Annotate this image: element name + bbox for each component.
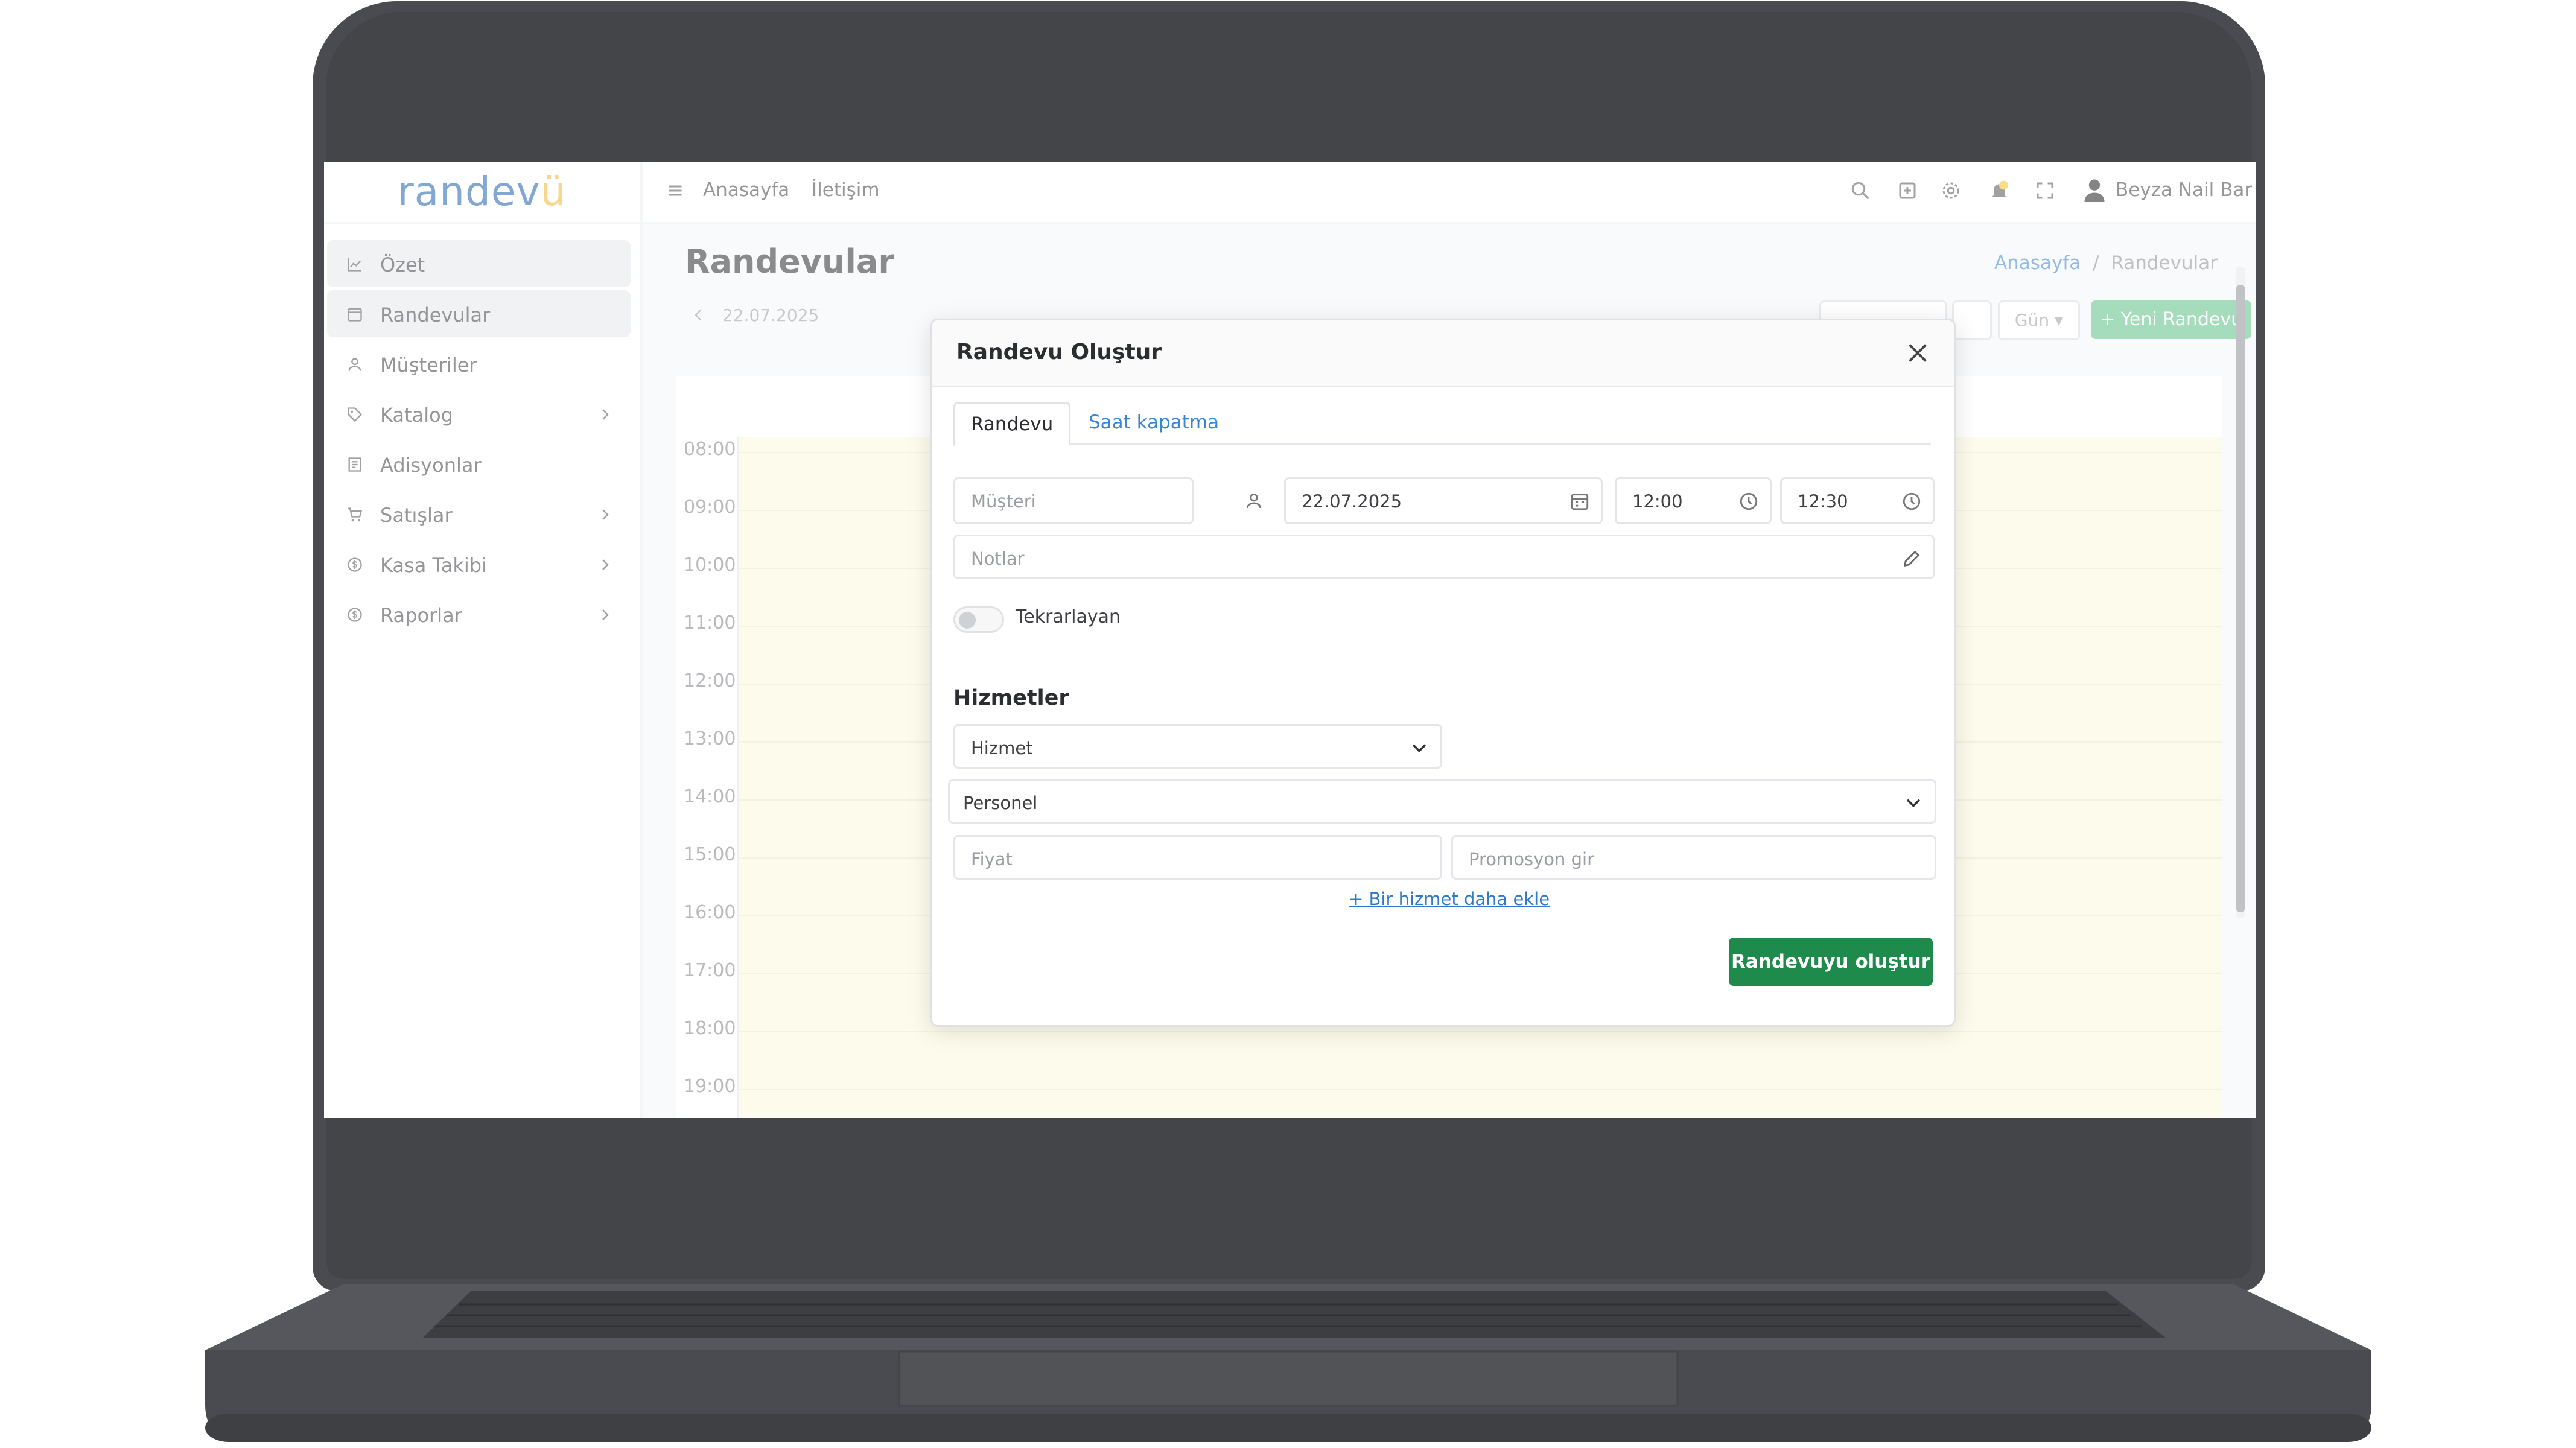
- services-title: Hizmetler: [953, 686, 1069, 710]
- tab-randevu[interactable]: Randevu: [953, 402, 1071, 446]
- notes-placeholder: Notlar: [971, 548, 1025, 569]
- customer-field[interactable]: Müşteri: [953, 477, 1194, 524]
- end-time-field[interactable]: 12:30: [1780, 477, 1935, 524]
- close-icon[interactable]: [1906, 341, 1930, 365]
- tab-saat-kapatma[interactable]: Saat kapatma: [1073, 402, 1235, 443]
- modal-tabs: Randevu Saat kapatma: [953, 402, 1931, 446]
- start-time-field[interactable]: 12:00: [1615, 477, 1772, 524]
- user-icon[interactable]: [1244, 491, 1264, 510]
- create-appointment-button[interactable]: Randevuyu oluştur: [1729, 938, 1933, 986]
- date-field[interactable]: 22.07.2025: [1284, 477, 1603, 524]
- recurring-toggle[interactable]: [953, 606, 1004, 633]
- clock-icon: [1740, 492, 1758, 510]
- toggle-knob: [959, 612, 976, 629]
- customer-placeholder: Müşteri: [971, 491, 1036, 512]
- end-time-value: 12:30: [1798, 491, 1848, 512]
- promo-placeholder: Promosyon gir: [1469, 849, 1594, 869]
- modal-title: Randevu Oluştur: [956, 340, 1162, 364]
- price-field[interactable]: Fiyat: [953, 835, 1442, 880]
- notes-field[interactable]: Notlar: [953, 535, 1935, 579]
- laptop-base: [205, 1284, 2371, 1442]
- calendar-icon: [1571, 494, 1589, 510]
- price-placeholder: Fiyat: [971, 849, 1013, 869]
- promo-field[interactable]: Promosyon gir: [1451, 835, 1936, 880]
- staff-select[interactable]: Personel: [948, 779, 1936, 824]
- app-screen: randevü Özet Randevular Müşteriler Katal…: [324, 162, 2256, 1118]
- chevron-down-icon: [1412, 744, 1426, 753]
- service-select-value: Hizmet: [971, 738, 1033, 758]
- service-select[interactable]: Hizmet: [953, 724, 1442, 769]
- clock-icon: [1903, 492, 1921, 510]
- create-appointment-modal: Randevu Oluştur Randevu Saat kapatma Müş…: [930, 319, 1956, 1027]
- pencil-icon: [1903, 550, 1920, 567]
- date-value: 22.07.2025: [1302, 491, 1402, 512]
- staff-select-value: Personel: [963, 793, 1038, 813]
- add-service-link[interactable]: + Bir hizmet daha ekle: [1349, 889, 1550, 909]
- chevron-down-icon: [1906, 799, 1921, 808]
- start-time-value: 12:00: [1632, 491, 1683, 512]
- modal-header: Randevu Oluştur: [932, 320, 1954, 387]
- recurring-label: Tekrarlayan: [1016, 606, 1121, 627]
